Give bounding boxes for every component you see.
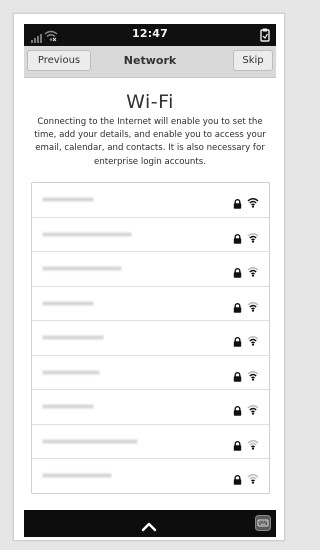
wifi-signal-icon xyxy=(247,193,259,212)
header-bar: Previous Network Skip xyxy=(24,46,276,78)
wifi-signal-icon xyxy=(247,366,259,385)
network-name xyxy=(42,332,104,342)
network-row[interactable] xyxy=(32,321,269,356)
network-row[interactable] xyxy=(32,459,269,493)
wifi-signal-icon xyxy=(247,297,259,316)
wifi-heading: Wi-Fi xyxy=(126,91,174,113)
keyboard-icon[interactable] xyxy=(255,515,271,535)
skip-button[interactable]: Skip xyxy=(233,50,273,71)
lock-icon xyxy=(233,194,242,213)
network-name xyxy=(42,263,122,273)
lock-icon xyxy=(233,470,242,489)
network-row[interactable] xyxy=(32,425,269,459)
network-name xyxy=(42,401,94,411)
bottom-bar xyxy=(24,510,276,537)
network-row[interactable] xyxy=(32,390,269,425)
lock-icon xyxy=(233,298,242,317)
network-row[interactable] xyxy=(32,287,269,321)
lock-icon xyxy=(233,229,242,248)
network-row[interactable] xyxy=(32,252,269,287)
network-name xyxy=(42,436,138,446)
wifi-signal-icon xyxy=(247,228,259,247)
wifi-signal-icon xyxy=(247,262,259,281)
lock-icon xyxy=(233,401,242,420)
phone-screen: 12:47 Previous Network Skip Wi-Fi Connec… xyxy=(13,13,285,541)
wifi-description: Connecting to the Internet will enable y… xyxy=(34,117,266,167)
clipboard-icon xyxy=(260,27,270,46)
network-name xyxy=(42,229,132,239)
network-row[interactable] xyxy=(32,218,269,252)
status-bar: 12:47 xyxy=(24,24,276,46)
network-row[interactable] xyxy=(32,356,269,390)
lock-icon xyxy=(233,367,242,386)
wifi-signal-icon xyxy=(247,469,259,488)
network-name xyxy=(42,298,94,308)
network-list xyxy=(31,182,270,494)
network-name xyxy=(42,367,100,377)
chevron-up-icon[interactable] xyxy=(141,517,157,536)
status-time: 12:47 xyxy=(131,27,168,40)
network-name xyxy=(42,194,94,204)
lock-icon xyxy=(233,436,242,455)
lock-icon xyxy=(233,263,242,282)
network-name xyxy=(42,470,112,480)
wifi-signal-icon xyxy=(247,331,259,350)
lock-icon xyxy=(233,332,242,351)
network-row[interactable] xyxy=(32,183,269,218)
wifi-signal-icon xyxy=(247,400,259,419)
wifi-signal-icon xyxy=(247,435,259,454)
